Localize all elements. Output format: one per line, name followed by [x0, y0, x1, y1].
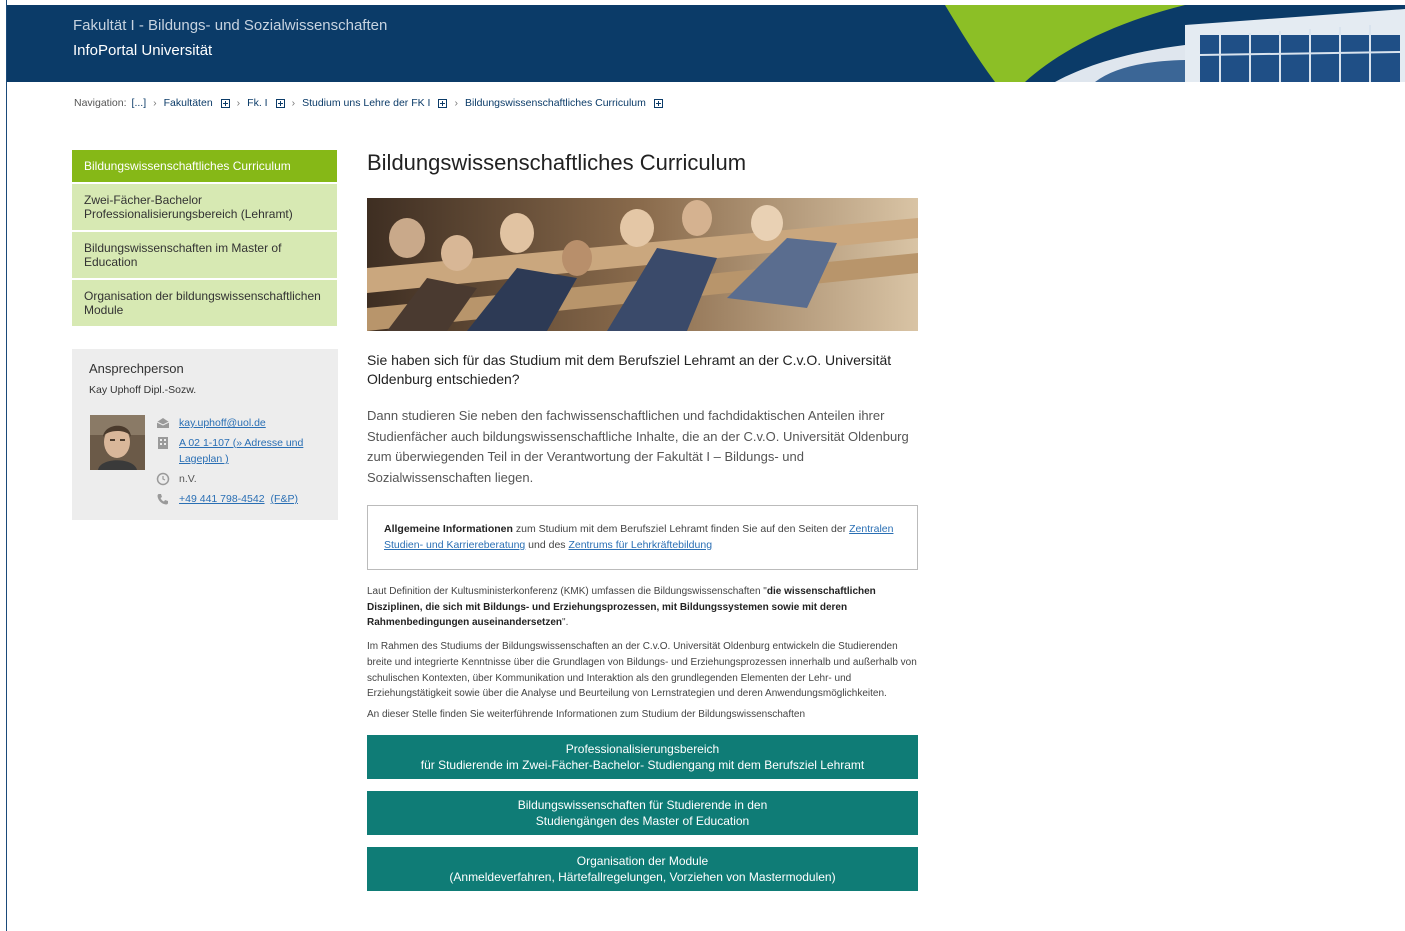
kmk-definition: Laut Definition der Kultusministerkonfer…	[367, 584, 918, 631]
mail-icon	[156, 418, 170, 428]
contact-room-link[interactable]: A 02 1-107 (» Adresse und Lageplan )	[179, 435, 326, 467]
contact-hours: n.V.	[179, 473, 197, 485]
contact-box: Ansprechperson Kay Uphoff Dipl.-Sozw. ka…	[72, 349, 338, 520]
info-box: Allgemeine Informationen zum Studium mit…	[367, 505, 918, 570]
faculty-title[interactable]: Fakultät I - Bildungs- und Sozialwissens…	[73, 17, 387, 34]
sidebar-item-module-org[interactable]: Organisation der bildungswissenschaftlic…	[72, 280, 337, 326]
module-organisation-button[interactable]: Organisation der Module (Anmeldeverfahre…	[367, 846, 918, 891]
kmk-definition-text: Laut Definition der Kultusministerkonfer…	[367, 586, 767, 597]
contact-email-row: kay.uphoff@uol.de	[156, 415, 326, 431]
lead-question: Sie haben sich für das Studium mit dem B…	[367, 352, 892, 387]
button-line: Organisation der Module	[576, 853, 709, 868]
portal-title[interactable]: InfoPortal Universität	[73, 42, 212, 59]
expand-plus-icon[interactable]	[653, 98, 663, 108]
button-line: (Anmeldeverfahren, Härtefallregelungen, …	[449, 869, 836, 884]
further-info-note: An dieser Stelle finden Sie weiterführen…	[367, 708, 806, 720]
page-title: Bildungswissenschaftliches Curriculum	[367, 150, 747, 175]
kmk-definition-end: ".	[562, 617, 569, 629]
expand-plus-icon[interactable]	[438, 98, 448, 108]
main-content: Bildungswissenschaftliches Curriculum Si…	[367, 150, 918, 891]
sidebar-item-bachelor[interactable]: Zwei-Fächer-Bachelor Professionalisierun…	[72, 184, 337, 230]
sidebar-item-master[interactable]: Bildungswissenschaften im Master of Educ…	[72, 232, 337, 278]
chevron-right-icon: ›	[236, 97, 241, 109]
button-line: Studiengängen des Master of Education	[535, 813, 750, 828]
expand-plus-icon[interactable]	[275, 98, 285, 108]
breadcrumb: Navigation: [...] › Fakultäten › Fk. I ›…	[74, 97, 663, 109]
sidebar-item-curriculum[interactable]: Bildungswissenschaftliches Curriculum	[72, 150, 337, 182]
site-header: Fakultät I - Bildungs- und Sozialwissens…	[7, 5, 1405, 82]
master-education-button[interactable]: Bildungswissenschaften für Studierende i…	[367, 790, 918, 835]
breadcrumb-prefix: Navigation:	[74, 97, 127, 109]
info-box-text-2: und des	[525, 539, 569, 551]
intro-text: Dann studieren Sie neben den fachwissens…	[367, 408, 909, 485]
button-line: für Studierende im Zwei-Fächer-Bachelor-…	[420, 757, 865, 772]
header-building-image	[945, 5, 1405, 82]
breadcrumb-item-more[interactable]: [...]	[132, 97, 147, 109]
contact-details: kay.uphoff@uol.de A 02 1-107 (» Adresse …	[156, 415, 326, 511]
avatar	[90, 415, 145, 470]
zlb-link[interactable]: Zentrums für Lehrkräftebildung	[568, 539, 712, 551]
button-line: Professionalisierungsbereich	[565, 741, 720, 756]
contact-phone-extra-link[interactable]: (F&P)	[271, 491, 298, 507]
contact-phone-link[interactable]: +49 441 798-4542	[179, 491, 265, 507]
building-icon	[158, 437, 168, 449]
contact-email-link[interactable]: kay.uphoff@uol.de	[179, 415, 266, 431]
breadcrumb-item-fakultaeten[interactable]: Fakultäten	[164, 97, 213, 109]
phone-icon	[157, 494, 168, 505]
breadcrumb-item-fk1[interactable]: Fk. I	[247, 97, 267, 109]
contact-phone-row: +49 441 798-4542 (F&P)	[156, 491, 326, 507]
contact-title: Ansprechperson	[89, 361, 184, 376]
chevron-right-icon: ›	[454, 97, 458, 109]
breadcrumb-item-studium[interactable]: Studium uns Lehre der FK I	[302, 97, 430, 109]
sidebar-nav: Bildungswissenschaftliches Curriculum Zw…	[72, 150, 337, 328]
info-box-text: zum Studium mit dem Berufsziel Lehramt f…	[512, 523, 850, 535]
chevron-right-icon: ›	[291, 97, 296, 109]
button-line: Bildungswissenschaften für Studierende i…	[517, 797, 768, 812]
contact-room-row: A 02 1-107 (» Adresse und Lageplan )	[156, 435, 326, 467]
study-description: Im Rahmen des Studiums der Bildungswisse…	[367, 641, 917, 700]
professionalisierung-button[interactable]: Professionalisierungsbereich für Studier…	[367, 734, 918, 779]
lecture-hall-image	[367, 198, 918, 331]
info-box-bold: Allgemeine Informationen	[384, 523, 513, 535]
clock-icon	[156, 472, 170, 486]
contact-hours-row: n.V.	[156, 471, 326, 487]
page-border	[0, 0, 7, 931]
contact-name: Kay Uphoff Dipl.-Sozw.	[89, 384, 197, 396]
breadcrumb-item-curriculum[interactable]: Bildungswissenschaftliches Curriculum	[465, 97, 646, 109]
chevron-right-icon: ›	[153, 97, 157, 109]
expand-plus-icon[interactable]	[220, 98, 230, 108]
